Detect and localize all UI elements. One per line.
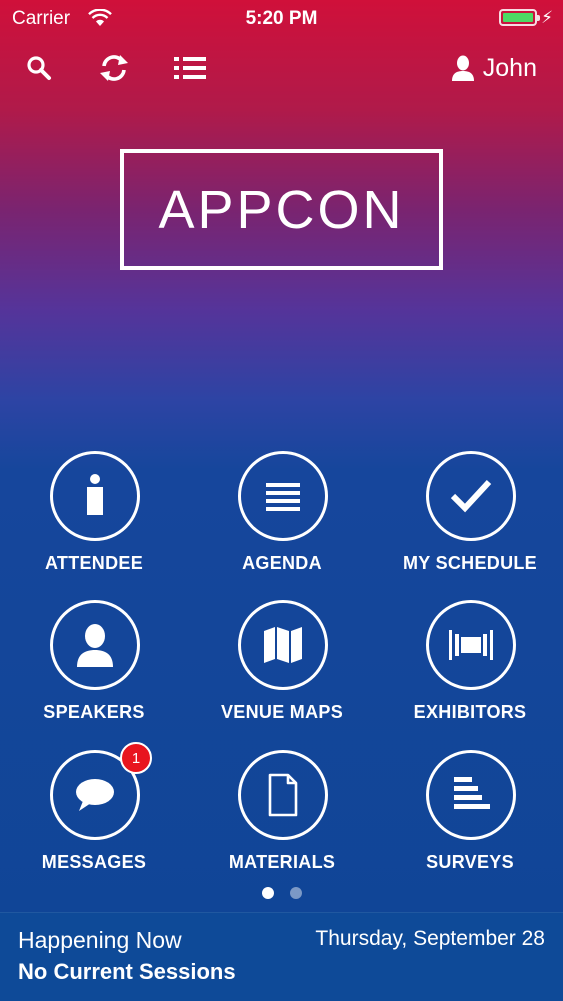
page-dot-inactive[interactable] — [289, 887, 302, 899]
search-icon — [27, 56, 51, 80]
battery-icon — [499, 9, 540, 26]
speakers-circle — [50, 600, 140, 690]
status-time: 5:20 PM — [245, 8, 318, 29]
my-schedule-circle — [426, 451, 516, 541]
map-icon — [264, 627, 302, 663]
agenda-lines-icon — [266, 483, 300, 511]
materials-circle — [238, 750, 328, 840]
search-button[interactable] — [20, 48, 58, 88]
user-profile-button[interactable]: John — [451, 48, 537, 88]
happening-now-title: Happening Now — [18, 927, 182, 953]
menu-item-label: AGENDA — [242, 553, 322, 573]
nav-bar: John — [0, 48, 563, 88]
refresh-button[interactable] — [94, 48, 134, 88]
menu-item-messages[interactable]: 1 MESSAGES — [0, 742, 188, 890]
user-name: John — [482, 53, 537, 82]
agenda-circle — [238, 451, 328, 541]
happening-now-bar[interactable]: Happening Now Thursday, September 28 No … — [0, 912, 563, 1001]
messages-badge: 1 — [120, 742, 152, 774]
refresh-icon — [100, 55, 128, 81]
menu-list-button[interactable] — [170, 48, 210, 88]
user-icon — [451, 55, 474, 81]
menu-item-label: MY SCHEDULE — [403, 553, 537, 573]
document-icon — [268, 773, 298, 817]
menu-item-agenda[interactable]: AGENDA — [188, 451, 376, 591]
bars-icon — [454, 777, 490, 809]
logo-text: APPCON — [158, 179, 405, 240]
menu-item-surveys[interactable]: SURVEYS — [376, 750, 563, 890]
info-icon — [87, 474, 103, 515]
list-icon — [174, 57, 206, 79]
chat-bubble-icon — [76, 779, 114, 811]
menu-item-label: SPEAKERS — [43, 702, 145, 722]
checkmark-icon — [450, 479, 492, 513]
menu-item-label: VENUE MAPS — [220, 702, 344, 722]
status-bar: Carrier 5:20 PM ⚡ — [0, 0, 563, 38]
menu-item-label: SURVEYS — [426, 852, 514, 872]
current-date: Thursday, September 28 — [315, 927, 545, 950]
menu-item-label: EXHIBITORS — [413, 702, 527, 722]
exhibitors-circle — [426, 600, 516, 690]
current-sessions: No Current Sessions — [18, 959, 236, 984]
app-logo: APPCON — [120, 149, 443, 270]
menu-item-attendee[interactable]: ATTENDEE — [0, 451, 188, 591]
menu-item-label: MESSAGES — [41, 852, 147, 872]
menu-item-exhibitors[interactable]: EXHIBITORS — [376, 600, 563, 740]
charging-icon: ⚡ — [541, 8, 553, 27]
banner-icon — [449, 630, 493, 660]
battery-fill — [503, 13, 533, 22]
venue-maps-circle — [238, 600, 328, 690]
surveys-circle — [426, 750, 516, 840]
menu-item-venue-maps[interactable]: VENUE MAPS — [188, 600, 376, 740]
menu-item-label: ATTENDEE — [44, 553, 144, 573]
person-icon — [77, 624, 113, 667]
menu-item-speakers[interactable]: SPEAKERS — [0, 600, 188, 740]
page-indicator — [0, 887, 563, 899]
menu-item-my-schedule[interactable]: MY SCHEDULE — [376, 451, 563, 591]
menu-item-label: MATERIALS — [228, 852, 336, 872]
menu-item-materials[interactable]: MATERIALS — [188, 750, 376, 890]
attendee-circle — [50, 451, 140, 541]
page-dot-active[interactable] — [261, 887, 274, 899]
